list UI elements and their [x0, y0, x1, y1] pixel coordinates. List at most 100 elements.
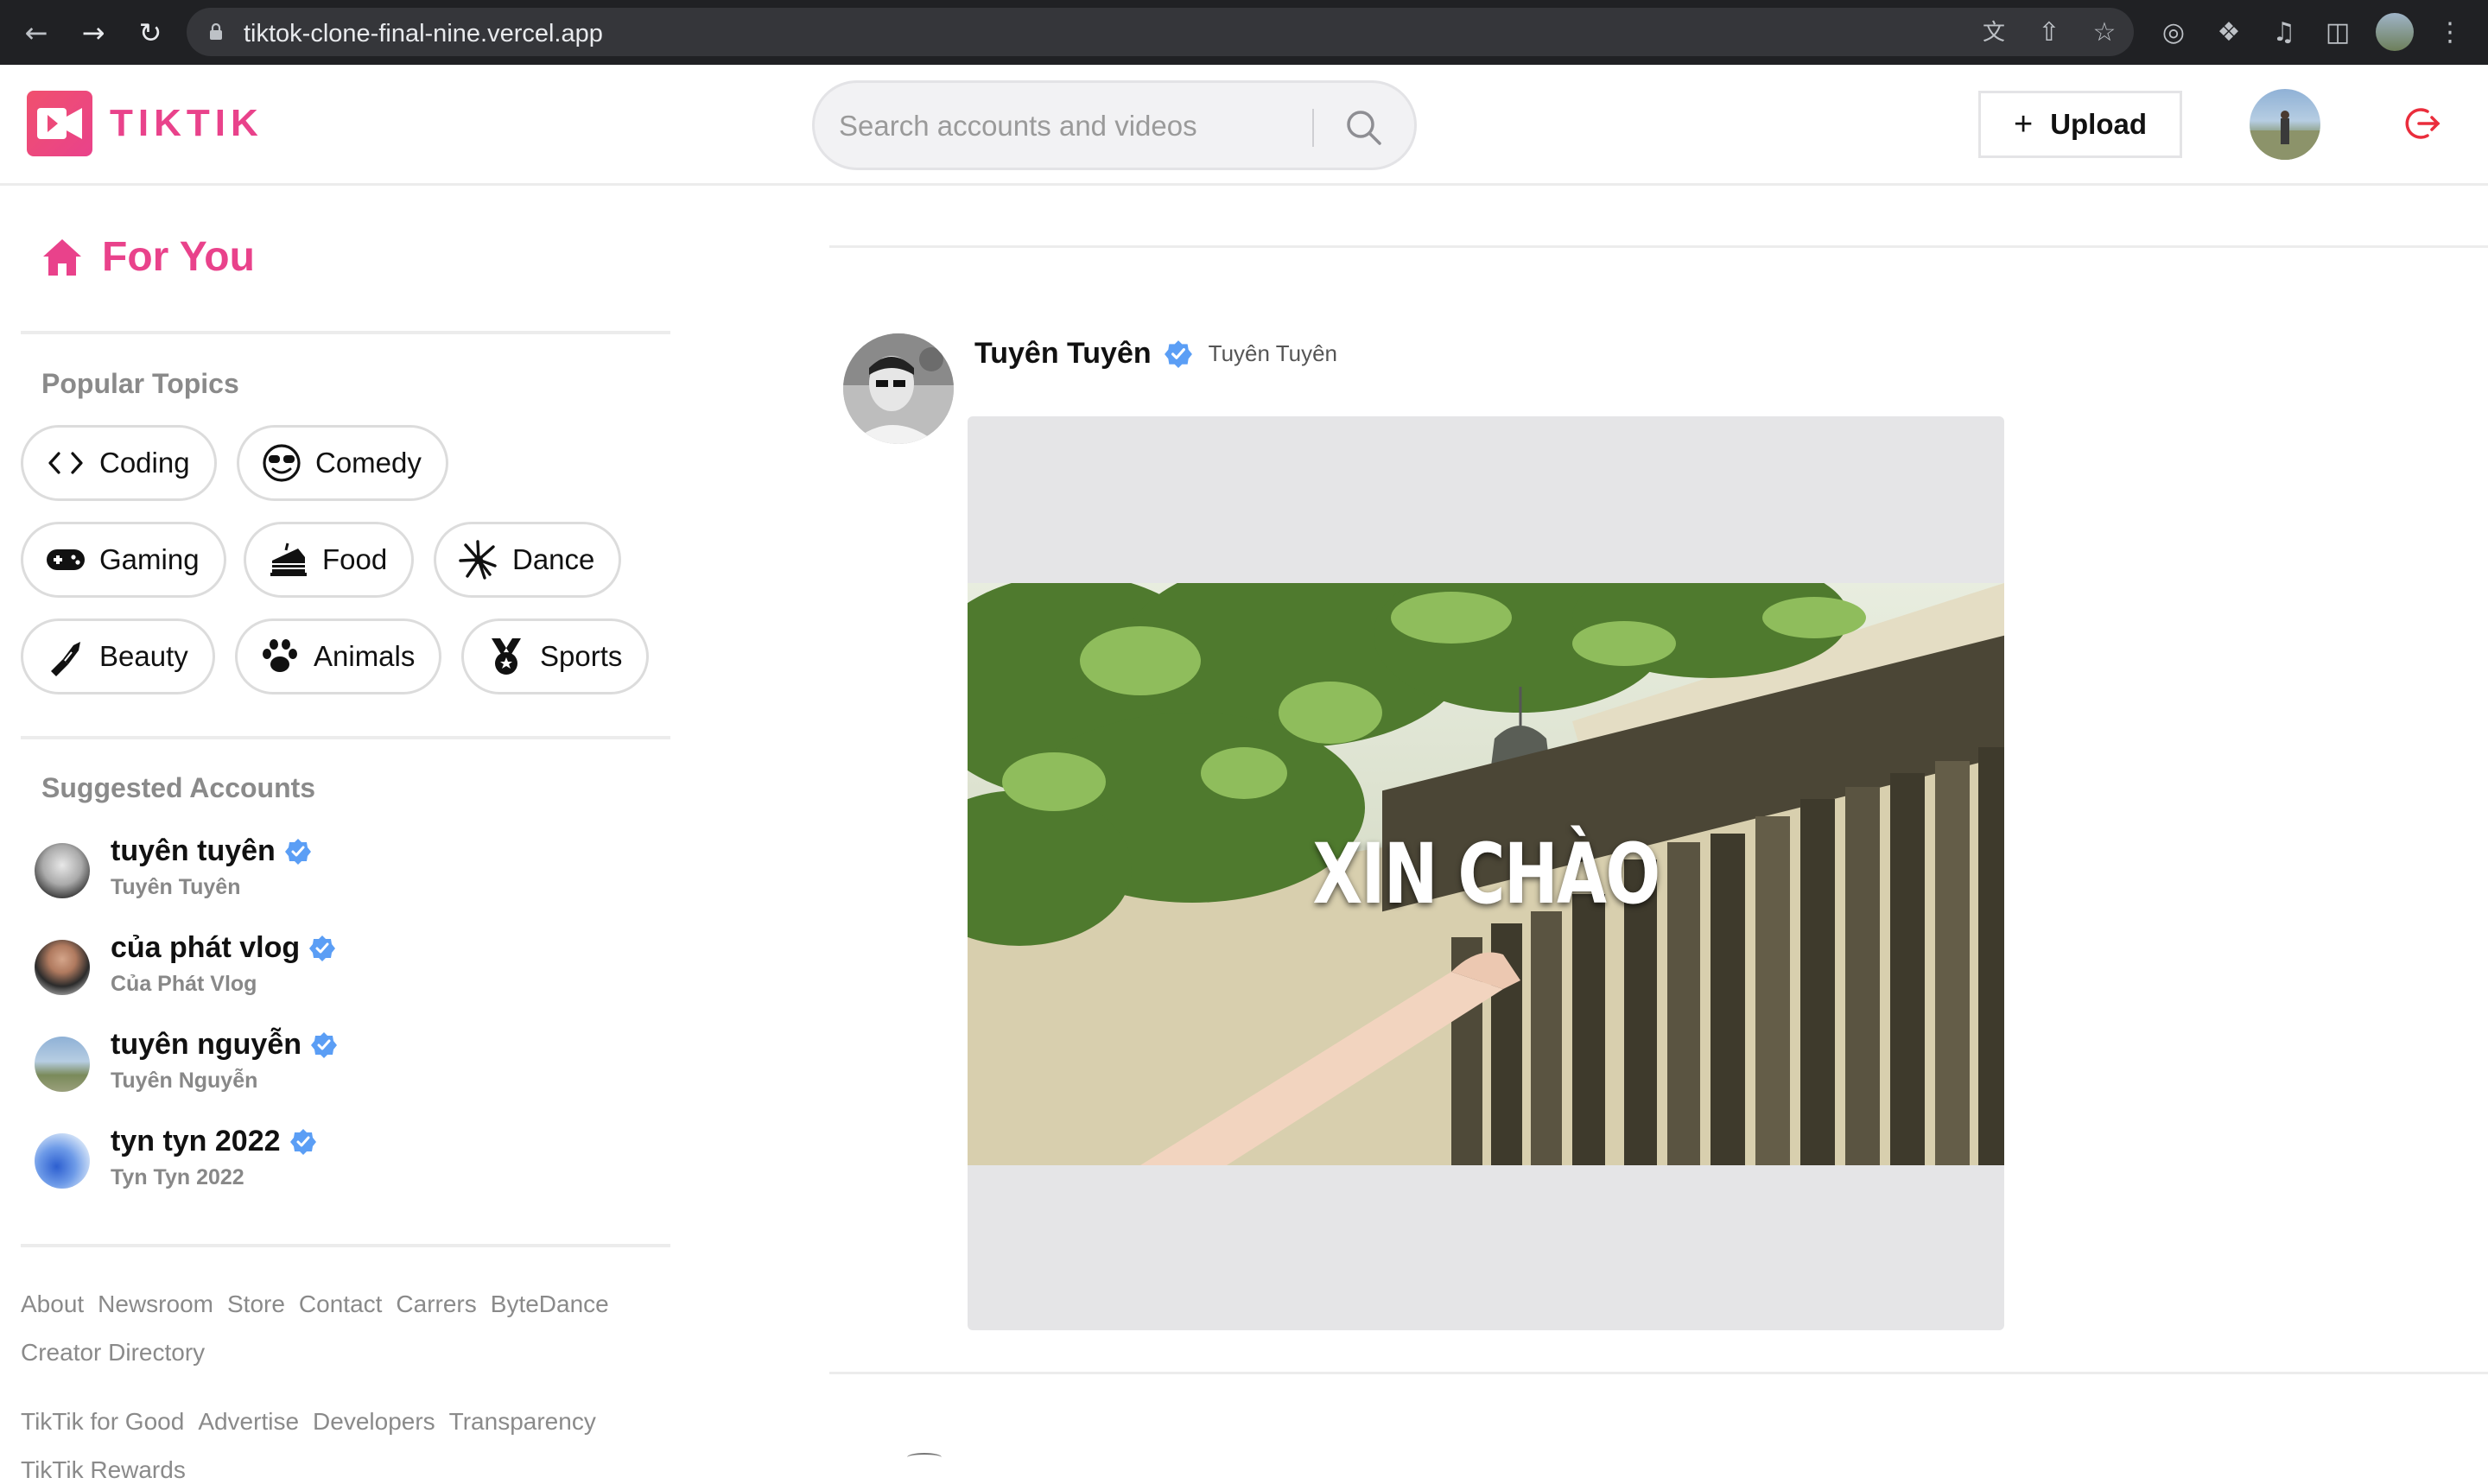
post-author-handle: Tuyên Tuyên: [1208, 340, 1338, 366]
upload-button[interactable]: + Upload: [1978, 91, 2182, 158]
share-icon[interactable]: ⇧: [2032, 16, 2066, 50]
suggested-account[interactable]: tyn tyn 2022 Tyn Tyn 2022: [35, 1125, 317, 1204]
paw-icon: [260, 637, 300, 676]
topic-label: Coding: [99, 447, 190, 479]
profile-icon[interactable]: [2376, 13, 2414, 51]
account-handle: Tuyên Nguyễn: [111, 1069, 258, 1093]
home-icon: [43, 238, 81, 276]
verified-icon: [289, 1128, 316, 1155]
suggested-accounts-title: Suggested Accounts: [41, 772, 316, 803]
medal-icon: [486, 637, 526, 676]
menu-icon[interactable]: ⋮: [2433, 16, 2467, 50]
footer-link-store[interactable]: Store: [227, 1291, 285, 1317]
sidebar-item-for-you[interactable]: For You: [41, 233, 255, 281]
lock-icon: [210, 23, 222, 40]
account-handle: Tuyên Tuyên: [111, 875, 241, 899]
account-handle: Tyn Tyn 2022: [111, 1165, 244, 1189]
footer-link-tiktik-for-good[interactable]: TikTik for Good: [21, 1408, 184, 1435]
address-bar[interactable]: tiktok-clone-final-nine.vercel.app: [187, 8, 2134, 56]
account-name: của phát vlog: [111, 931, 301, 964]
logo[interactable]: TIKTIK: [27, 91, 263, 156]
footer-links-row: About Newsroom Store Contact Carrers ByteDanc…: [21, 1291, 623, 1318]
topic-comedy[interactable]: Comedy: [237, 425, 448, 501]
avatar: [35, 843, 90, 898]
footer-link-newsroom[interactable]: Newsroom: [98, 1291, 213, 1317]
footer-link-contact[interactable]: Contact: [299, 1291, 383, 1317]
footer-link-advertise[interactable]: Advertise: [198, 1408, 299, 1435]
topic-gaming[interactable]: Gaming: [21, 522, 226, 598]
account-name: tuyên tuyên: [111, 834, 276, 867]
topic-food[interactable]: Food: [244, 522, 415, 598]
puzzle-icon[interactable]: ❖: [2212, 16, 2246, 50]
footer-link-developers[interactable]: Developers: [313, 1408, 435, 1435]
topic-label: Gaming: [99, 543, 200, 575]
footer-links-row: TikTik Rewards: [21, 1456, 200, 1484]
suggested-account[interactable]: tuyên nguyễn Tuyên Nguyễn: [35, 1028, 338, 1107]
gamepad-icon: [46, 540, 86, 580]
cake-icon: [269, 540, 308, 580]
upload-label: Upload: [2050, 108, 2148, 140]
footer-link-tiktik-rewards[interactable]: TikTik Rewards: [21, 1456, 186, 1483]
extension-circle-icon[interactable]: ◎: [2156, 16, 2191, 50]
lipstick-icon: [46, 637, 86, 676]
search-icon[interactable]: [1343, 107, 1385, 149]
star-icon[interactable]: ☆: [2087, 16, 2122, 50]
footer-links-row: Creator Directory: [21, 1339, 219, 1367]
video-feed: Tuyên Tuyên Tuyên Tuyên XIN CHÀO: [829, 188, 2488, 1484]
footer-link-about[interactable]: About: [21, 1291, 84, 1317]
translate-icon[interactable]: 文: [1977, 16, 2011, 50]
for-you-label: For You: [102, 234, 255, 280]
sidepanel-icon[interactable]: ◫: [2320, 16, 2355, 50]
video-frame[interactable]: XIN CHÀO: [968, 583, 2004, 1165]
reload-icon[interactable]: ↻: [133, 16, 168, 50]
topic-label: Animals: [314, 640, 416, 672]
suggested-account[interactable]: tuyên tuyên Tuyên Tuyên: [35, 834, 312, 914]
account-handle: Của Phát Vlog: [111, 972, 257, 996]
topic-label: Beauty: [99, 640, 188, 672]
sidebar: For You Popular Topics Coding Comedy Gam…: [0, 188, 691, 1484]
avatar: [35, 1133, 90, 1189]
user-avatar[interactable]: [2250, 89, 2320, 160]
footer-links-row: TikTik for Good Advertise Developers Transp…: [21, 1408, 610, 1436]
forward-icon[interactable]: →: [76, 16, 111, 50]
topic-label: Dance: [512, 543, 595, 575]
account-name: tuyên nguyễn: [111, 1028, 302, 1061]
avatar: [35, 940, 90, 995]
url-text[interactable]: tiktok-clone-final-nine.vercel.app: [244, 20, 603, 48]
media-icon[interactable]: ♫: [2267, 16, 2301, 50]
post-avatar[interactable]: [843, 333, 954, 444]
search-divider: [1312, 109, 1314, 147]
topic-label: Comedy: [315, 447, 422, 479]
search-input[interactable]: [839, 100, 1323, 152]
suggested-account[interactable]: của phát vlog Của Phát Vlog: [35, 931, 336, 1011]
footer-link-careers[interactable]: Carrers: [396, 1291, 476, 1317]
video-caption: XIN CHÀO: [1312, 826, 1660, 923]
back-icon[interactable]: ←: [19, 16, 54, 50]
divider: [829, 245, 2488, 248]
post-author-name: Tuyên Tuyên: [974, 337, 1152, 370]
divider: [21, 736, 670, 739]
footer-link-creator-directory[interactable]: Creator Directory: [21, 1339, 205, 1366]
topic-coding[interactable]: Coding: [21, 425, 217, 501]
account-name: tyn tyn 2022: [111, 1125, 281, 1157]
topic-animals[interactable]: Animals: [235, 618, 442, 694]
topic-dance[interactable]: Dance: [434, 522, 622, 598]
verified-icon: [1164, 339, 1192, 368]
post-author[interactable]: Tuyên Tuyên Tuyên Tuyên: [974, 337, 1337, 371]
logout-icon[interactable]: [2402, 103, 2443, 144]
app-header: TIKTIK + Upload: [0, 65, 2488, 186]
divider: [829, 1372, 2488, 1374]
topic-label: Food: [322, 543, 388, 575]
topic-beauty[interactable]: Beauty: [21, 618, 215, 694]
footer-link-bytedance[interactable]: ByteDance: [491, 1291, 609, 1317]
verified-icon: [284, 838, 311, 865]
video-player[interactable]: XIN CHÀO: [968, 416, 2004, 1330]
next-post-avatar-edge: [907, 1453, 942, 1462]
footer-link-transparency[interactable]: Transparency: [449, 1408, 596, 1435]
browser-toolbar: ← → ↻ tiktok-clone-final-nine.vercel.app…: [0, 0, 2488, 65]
logo-text: TIKTIK: [110, 102, 263, 144]
dance-icon: [459, 540, 498, 580]
search-bar: [812, 80, 1417, 170]
topic-sports[interactable]: Sports: [461, 618, 650, 694]
divider: [21, 331, 670, 334]
